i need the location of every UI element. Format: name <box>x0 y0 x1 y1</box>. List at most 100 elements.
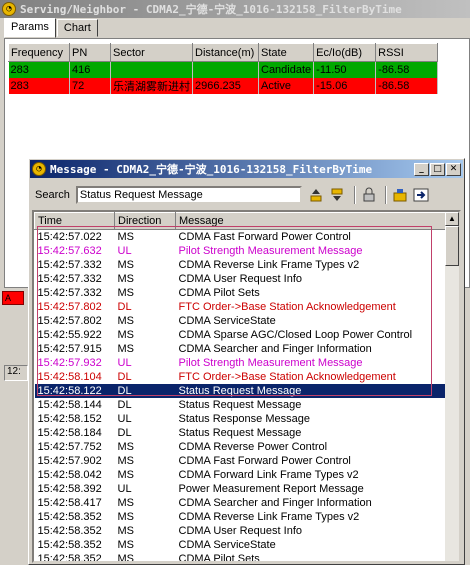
message-row[interactable]: 15:42:57.332 MS CDMA User Request Info <box>35 272 448 286</box>
cell-direction: MS <box>117 329 135 341</box>
cell-time: 15:42:58.122 <box>34 384 115 398</box>
message-row[interactable]: 15:42:55.922 MS CDMA Sparse AGC/Closed Loo… <box>35 328 448 342</box>
message-row[interactable]: 15:42:58.122 DL Status Request Message <box>34 384 448 398</box>
col-frequency[interactable]: Frequency <box>8 43 70 62</box>
cell-direction: UL <box>117 357 132 369</box>
message-titlebar[interactable]: ◔ Message - CDMA2_宁德-宁波_1016-132158_Filt… <box>30 160 463 178</box>
scroll-thumb[interactable] <box>445 226 459 266</box>
message-row[interactable]: 15:42:57.632 UL Pilot Strength Measurement… <box>35 244 448 258</box>
cell-time: 15:42:57.332 <box>37 273 102 285</box>
cell-message: CDMA Pilot Sets <box>178 287 260 299</box>
message-row[interactable]: 15:42:58.417 MS CDMA Searcher and Finger I… <box>35 496 448 510</box>
window-controls: _ □ ✕ <box>414 162 461 176</box>
search-input[interactable] <box>75 186 302 204</box>
serving-neighbor-title: Serving/Neighbor - CDMA2_宁德-宁波_1016-1321… <box>20 3 402 16</box>
cell-pn: 72 <box>69 77 111 94</box>
message-row[interactable]: 15:42:57.932 UL Pilot Strength Measurement… <box>35 356 448 370</box>
cell-time: 15:42:57.332 <box>37 287 102 299</box>
cell-message: Pilot Strength Measurement Message <box>178 357 363 369</box>
message-row[interactable]: 15:42:57.802 MS CDMA ServiceState <box>35 314 448 328</box>
serving-tabs: Params Chart <box>4 18 99 38</box>
col-direction[interactable]: Direction <box>114 212 176 230</box>
message-row[interactable]: 15:42:58.352 MS CDMA ServiceState <box>35 538 448 552</box>
cell-time: 15:42:57.902 <box>37 455 102 467</box>
col-pn[interactable]: PN <box>69 43 111 62</box>
col-state[interactable]: State <box>257 43 315 62</box>
neighbor-row-candidate[interactable]: 283 416 Candidate -11.50 -86.58 <box>8 61 439 78</box>
cell-time: 15:42:58.152 <box>37 413 102 425</box>
cell-direction: UL <box>117 483 132 495</box>
cell-message: CDMA Forward Link Frame Types v2 <box>178 469 359 481</box>
cell-time: 15:42:57.915 <box>37 343 102 355</box>
app-icon: ◔ <box>2 2 16 16</box>
find-down-icon[interactable] <box>329 186 347 204</box>
cell-direction: MS <box>117 497 135 509</box>
message-row[interactable]: 15:42:57.802 DL FTC Order->Base Station Ac… <box>35 300 448 314</box>
col-time[interactable]: Time <box>34 212 115 230</box>
message-row[interactable]: 15:42:58.392 UL Power Measurement Report M… <box>35 482 448 496</box>
message-row[interactable]: 15:42:57.915 MS CDMA Searcher and Finger I… <box>35 342 448 356</box>
close-icon[interactable]: ✕ <box>446 162 461 176</box>
message-row[interactable]: 15:42:58.352 MS CDMA Reverse Link Frame Ty… <box>35 510 448 524</box>
tab-chart[interactable]: Chart <box>56 19 98 37</box>
cell-direction: MS <box>117 441 135 453</box>
message-row[interactable]: 15:42:58.152 UL Status Response Message <box>35 412 448 426</box>
cell-message: Status Request Message <box>175 384 448 398</box>
cell-message: CDMA Searcher and Finger Information <box>178 497 372 509</box>
scroll-up-icon[interactable]: ▲ <box>445 212 459 226</box>
cell-time: 15:42:58.042 <box>37 469 102 481</box>
message-row[interactable]: 15:42:57.902 MS CDMA Fast Forward Power Co… <box>35 454 448 468</box>
cell-message: Pilot Strength Measurement Message <box>178 245 363 257</box>
message-row[interactable]: 15:42:57.752 MS CDMA Reverse Power Control <box>35 440 448 454</box>
message-row[interactable]: 15:42:57.332 MS CDMA Pilot Sets <box>35 286 448 300</box>
cell-direction: MS <box>117 231 135 243</box>
message-window-title: Message - CDMA2_宁德-宁波_1016-132158_Filter… <box>50 163 373 176</box>
cell-time: 15:42:58.352 <box>37 539 102 551</box>
neighbor-table: Frequency PN Sector Distance(m) State Ec… <box>8 43 439 94</box>
cell-time: 15:42:58.104 <box>37 371 102 383</box>
export-icon[interactable] <box>412 186 430 204</box>
tab-params[interactable]: Params <box>4 18 56 38</box>
cell-direction: MS <box>117 287 135 299</box>
lock-icon[interactable] <box>360 186 378 204</box>
cell-time: 15:42:57.932 <box>37 357 102 369</box>
col-distance[interactable]: Distance(m) <box>192 43 259 62</box>
cell-direction: UL <box>117 245 132 257</box>
cell-time: 15:42:57.022 <box>37 231 102 243</box>
maximize-icon[interactable]: □ <box>430 162 445 176</box>
cell-state: Active <box>258 77 315 94</box>
cell-message: CDMA Fast Forward Power Control <box>178 455 351 467</box>
col-rssi[interactable]: RSSI <box>375 43 439 62</box>
filter-icon[interactable] <box>391 186 409 204</box>
search-label: Search <box>35 189 70 201</box>
cell-direction: MS <box>117 315 135 327</box>
message-table: Time Direction Message 15:42:57.022 MS CDM… <box>34 212 448 563</box>
cell-message: CDMA Sparse AGC/Closed Loop Power Contro… <box>178 329 413 341</box>
message-list[interactable]: Time Direction Message 15:42:57.022 MS CDM… <box>32 210 461 563</box>
serving-neighbor-titlebar[interactable]: ◔ Serving/Neighbor - CDMA2_宁德-宁波_1016-13… <box>0 0 470 18</box>
message-row[interactable]: 15:42:58.352 MS CDMA Pilot Sets <box>35 552 448 563</box>
message-row[interactable]: 15:42:57.332 MS CDMA Reverse Link Frame Ty… <box>35 258 448 272</box>
col-ecio[interactable]: Ec/Io(dB) <box>313 43 377 62</box>
col-message[interactable]: Message <box>175 212 448 230</box>
app-icon: ◔ <box>32 162 46 176</box>
message-row[interactable]: 15:42:58.184 DL Status Request Message <box>35 426 448 440</box>
vertical-scrollbar[interactable]: ▲ <box>445 212 459 561</box>
message-row[interactable]: 15:42:58.042 MS CDMA Forward Link Frame Ty… <box>35 468 448 482</box>
cell-message: CDMA ServiceState <box>178 539 276 551</box>
col-sector[interactable]: Sector <box>110 43 193 62</box>
cell-message: CDMA Pilot Sets <box>178 553 260 563</box>
message-row[interactable]: 15:42:58.104 DL FTC Order->Base Station Ac… <box>35 370 448 384</box>
cell-time: 15:42:57.802 <box>37 315 102 327</box>
minimize-icon[interactable]: _ <box>414 162 429 176</box>
neighbor-row-active[interactable]: 283 72 乐清湖雾新进村 2966.235 Active -15.06 -8… <box>8 77 439 94</box>
cell-ecio: -15.06 <box>313 77 377 94</box>
cell-time: 15:42:57.752 <box>37 441 102 453</box>
cell-direction: MS <box>117 511 135 523</box>
cell-message: CDMA User Request Info <box>178 525 303 537</box>
find-up-icon[interactable] <box>308 186 326 204</box>
message-row[interactable]: 15:42:57.022 MS CDMA Fast Forward Power Co… <box>35 230 448 245</box>
message-row[interactable]: 15:42:58.144 DL Status Request Message <box>35 398 448 412</box>
message-row[interactable]: 15:42:58.352 MS CDMA User Request Info <box>35 524 448 538</box>
cell-time: 15:42:58.392 <box>37 483 102 495</box>
